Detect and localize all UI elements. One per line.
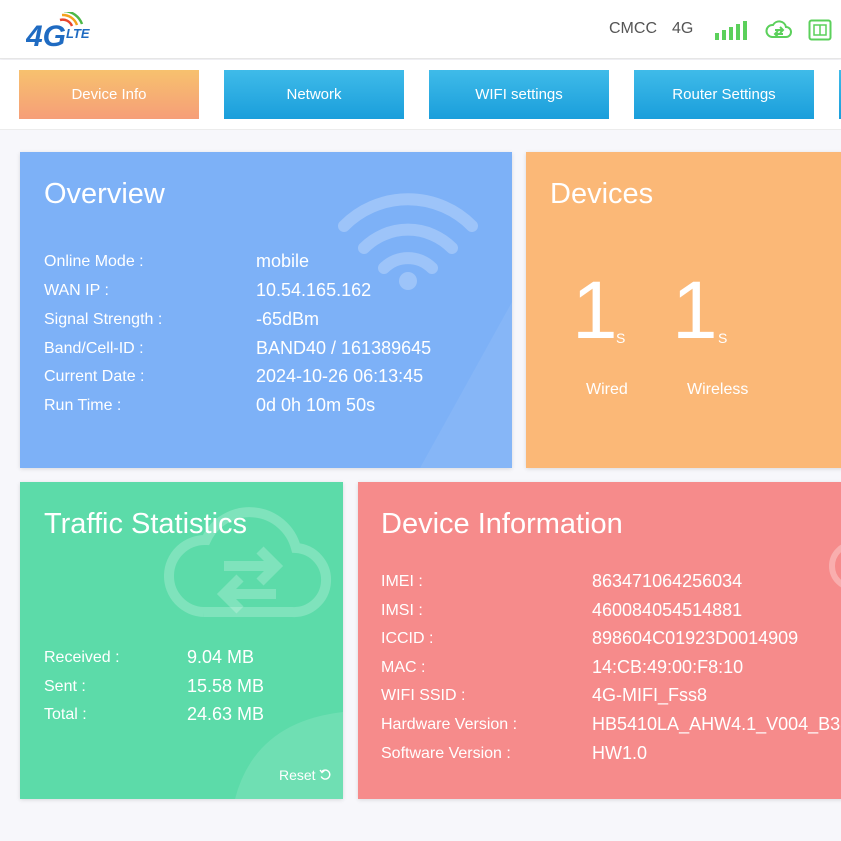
device-watermark-icon	[829, 544, 841, 588]
imsi-label: IMSI :	[381, 602, 423, 619]
tab-network[interactable]: Network	[224, 70, 404, 119]
band-cell-id-label: Band/Cell-ID :	[44, 340, 144, 357]
overview-card: Overview Online Mode : mobile WAN IP : 1…	[20, 152, 512, 468]
wireless-count: 1	[672, 265, 718, 356]
tab-router-settings[interactable]: Router Settings	[634, 70, 814, 119]
wired-count: 1	[572, 265, 618, 356]
traffic-card: Traffic Statistics Received : 9.04 MB Se…	[20, 482, 343, 799]
wireless-label: Wireless	[687, 381, 749, 398]
wifi-ssid-label: WIFI SSID :	[381, 687, 466, 704]
reset-icon	[319, 769, 331, 780]
received-label: Received :	[44, 649, 120, 666]
wired-unit: S	[616, 330, 626, 346]
signal-strength-label: Signal Strength :	[44, 311, 163, 328]
iccid-value: 898604C01923D0014909	[592, 628, 799, 648]
online-mode-label: Online Mode :	[44, 253, 144, 270]
mac-label: MAC :	[381, 659, 426, 676]
imei-value: 863471064256034	[592, 571, 743, 591]
tab-wifi-settings[interactable]: WIFI settings	[429, 70, 609, 119]
signal-strength-value: -65dBm	[256, 309, 320, 329]
top-header: 4G LTE CMCC 4G	[0, 0, 841, 59]
imei-label: IMEI :	[381, 573, 423, 590]
wireless-unit: S	[718, 330, 728, 346]
wifi-ssid-value: 4G-MIFI_Fss8	[592, 685, 708, 705]
current-date-label: Current Date :	[44, 368, 145, 385]
run-time-value: 0d 0h 10m 50s	[256, 395, 376, 415]
imsi-value: 460084054514881	[592, 600, 743, 620]
reset-button[interactable]: Reset	[279, 767, 332, 783]
hardware-version-value: HB5410LA_AHW4.1_V004_B38	[592, 714, 841, 734]
traffic-title: Traffic Statistics	[44, 508, 248, 540]
wan-ip-label: WAN IP :	[44, 282, 109, 299]
current-date-value: 2024-10-26 06:13:45	[256, 366, 424, 386]
device-information-title: Device Information	[381, 508, 623, 540]
devices-title: Devices	[550, 178, 654, 210]
wired-label: Wired	[586, 381, 628, 398]
software-version-label: Software Version :	[381, 745, 511, 762]
tab-device-info[interactable]: Device Info	[19, 70, 199, 119]
total-label: Total :	[44, 706, 87, 723]
band-cell-id-value: BAND40 / 161389645	[256, 338, 432, 358]
sent-value: 15.58 MB	[187, 676, 265, 696]
run-time-label: Run Time :	[44, 397, 122, 414]
total-value: 24.63 MB	[187, 704, 265, 724]
devices-card: Devices 1 S Wired 1 S Wireless	[526, 152, 841, 468]
network-type: 4G	[672, 20, 694, 37]
svg-text:4G: 4G	[26, 20, 66, 50]
overview-title: Overview	[44, 178, 165, 210]
hardware-version-label: Hardware Version :	[381, 716, 518, 733]
reset-label: Reset	[279, 767, 316, 783]
svg-text:LTE: LTE	[66, 26, 90, 41]
device-information-card: Device Information IMEI : 86347106425603…	[358, 482, 841, 799]
received-value: 9.04 MB	[187, 647, 255, 667]
main-nav: Device Info Network WIFI settings Router…	[0, 60, 841, 130]
mac-value: 14:CB:49:00:F8:10	[592, 657, 744, 677]
carrier-name: CMCC	[609, 20, 657, 37]
iccid-label: ICCID :	[381, 630, 434, 647]
wan-ip-value: 10.54.165.162	[256, 280, 372, 300]
software-version-value: HW1.0	[592, 743, 648, 763]
sim-card-icon	[808, 19, 832, 41]
cloud-sync-icon[interactable]	[765, 17, 793, 43]
online-mode-value: mobile	[256, 251, 310, 271]
signal-bars-icon	[714, 19, 750, 41]
brand-logo: 4G LTE	[25, 9, 98, 53]
sent-label: Sent :	[44, 678, 86, 695]
